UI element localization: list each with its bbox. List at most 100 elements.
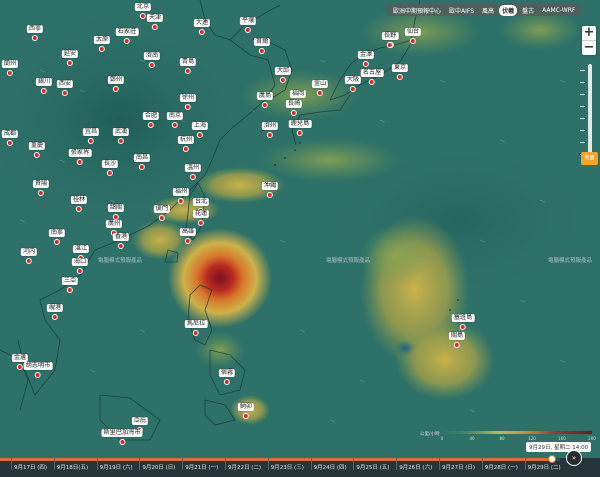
altitude-slider-track[interactable] <box>588 64 592 156</box>
city-marker[interactable]: 胡志明市 <box>23 352 53 378</box>
city-marker[interactable]: 高雄 <box>179 218 197 244</box>
city-dot-icon <box>124 38 130 44</box>
city-marker[interactable]: 宿霧 <box>218 359 236 385</box>
wind-map[interactable] <box>0 0 600 477</box>
city-marker[interactable]: 南京 <box>166 102 184 128</box>
city-marker[interactable]: 關島 <box>448 322 466 348</box>
city-dot-icon <box>76 206 82 212</box>
city-marker[interactable]: 大邱 <box>274 57 292 83</box>
tab-model-1[interactable]: 歐中AIFS <box>446 5 477 16</box>
city-marker[interactable]: 大阪 <box>344 66 362 92</box>
city-marker[interactable]: 河内 <box>20 238 38 264</box>
city-marker[interactable]: 太原 <box>93 26 111 52</box>
city-marker[interactable]: 杭州 <box>177 126 195 152</box>
city-marker[interactable]: 廈門 <box>153 195 171 221</box>
timeline-day[interactable]: 9月18日(五) <box>53 458 88 471</box>
city-marker[interactable]: 濟南 <box>143 42 161 68</box>
city-marker[interactable]: 西寧 <box>26 15 44 41</box>
city-dot-icon <box>107 170 113 176</box>
city-label: 首爾 <box>253 38 271 46</box>
tab-model-4[interactable]: 盤古 <box>519 5 537 16</box>
city-label: 斯里巴加灣市 <box>101 429 143 437</box>
city-marker[interactable]: 名古屋 <box>360 59 384 85</box>
timeline-track[interactable] <box>0 455 560 463</box>
city-marker[interactable]: 蘭州 <box>1 50 19 76</box>
tab-model-5[interactable]: AAMC-WRF <box>539 6 578 15</box>
city-marker[interactable]: 上海 <box>191 112 209 138</box>
city-marker[interactable]: 石家莊 <box>115 18 139 44</box>
city-marker[interactable]: 斯里巴加灣市 <box>101 419 143 445</box>
timeline-day[interactable]: 9月19日 (六) <box>96 458 133 471</box>
city-dot-icon <box>118 138 124 144</box>
timeline-day[interactable]: 9月20日 (日) <box>139 458 175 471</box>
model-tabs: 歐洲中期預報中心 歐中AIFS 風高 伏羲 盤古 AAMC-WRF <box>386 4 583 16</box>
city-marker[interactable]: 銀川 <box>35 68 53 94</box>
tab-model-3[interactable]: 伏羲 <box>499 4 518 16</box>
play-button[interactable]: » <box>566 450 582 466</box>
city-marker[interactable]: 成都 <box>1 120 19 146</box>
city-marker[interactable]: 濟州 <box>261 112 279 138</box>
timeline-day[interactable]: 9月17日 (四) <box>10 458 47 471</box>
city-label: 濟州 <box>261 122 279 130</box>
city-marker[interactable]: 首爾 <box>253 28 271 54</box>
legend-tick: 0 <box>440 436 444 441</box>
city-dot-icon <box>35 372 41 378</box>
city-marker[interactable]: 峴港 <box>46 294 64 320</box>
city-marker[interactable]: 重慶 <box>28 132 46 158</box>
city-dot-icon <box>140 13 146 19</box>
city-label: 宿霧 <box>218 369 236 377</box>
city-marker[interactable]: 西安 <box>56 70 74 96</box>
city-marker[interactable]: 溫州 <box>184 154 202 180</box>
timeline-day[interactable]: 9月29日 (二) <box>524 458 561 471</box>
city-marker[interactable]: 沖繩 <box>261 172 279 198</box>
timeline-day[interactable]: 9月27日 (日) <box>438 458 475 471</box>
city-marker[interactable]: 貴陽 <box>32 170 50 196</box>
city-marker[interactable]: 長野 <box>381 22 399 48</box>
city-label: 宜昌 <box>82 128 100 136</box>
city-marker[interactable]: 福州 <box>172 178 190 204</box>
city-dot-icon <box>197 132 203 138</box>
city-dot-icon <box>7 70 13 76</box>
tab-model-2[interactable]: 風高 <box>479 5 497 16</box>
city-marker[interactable]: 武漢 <box>112 118 130 144</box>
timeline-day[interactable]: 9月24日 (四) <box>310 458 347 471</box>
timeline-day[interactable]: 9月25日 (五) <box>353 458 389 471</box>
timeline-day[interactable]: 9月22日 (二) <box>224 458 261 471</box>
zoom-out-button[interactable]: − <box>582 41 596 55</box>
city-marker[interactable]: 延安 <box>61 40 79 66</box>
city-marker[interactable]: 南寧 <box>48 219 66 245</box>
city-marker[interactable]: 桂林 <box>70 186 88 212</box>
timeline-day[interactable]: 9月23日 (三) <box>267 458 304 471</box>
city-dot-icon <box>38 190 44 196</box>
timeline-day[interactable]: 9月26日 (六) <box>396 458 432 471</box>
zoom-in-button[interactable]: + <box>582 26 596 40</box>
city-marker[interactable]: 仙台 <box>404 18 422 44</box>
timeline-day[interactable]: 9月21日 (一) <box>182 458 218 471</box>
city-label: 海口 <box>71 258 89 266</box>
city-marker[interactable]: 天津 <box>146 4 164 30</box>
city-marker[interactable]: 廣島 <box>256 82 274 108</box>
city-dot-icon <box>198 220 204 226</box>
city-marker[interactable]: 納卯 <box>237 393 255 419</box>
city-dot-icon <box>54 239 60 245</box>
city-marker[interactable]: 大連 <box>193 9 211 35</box>
city-marker[interactable]: 鄭州 <box>107 66 125 92</box>
legend-title: 公里/小時 <box>420 432 440 437</box>
city-marker[interactable]: 馬尼拉 <box>184 310 208 336</box>
city-marker[interactable]: 香港 <box>112 223 130 249</box>
city-marker[interactable]: 南昌 <box>133 144 151 170</box>
city-marker[interactable]: 合肥 <box>142 102 160 128</box>
city-marker[interactable]: 鹿兒島 <box>288 110 312 136</box>
city-marker[interactable]: 東京 <box>391 54 409 80</box>
city-marker[interactable]: 青島 <box>179 48 197 74</box>
altitude-slider-handle[interactable]: 地面 <box>581 152 598 165</box>
timeline-day[interactable]: 9月28日 (一) <box>481 458 518 471</box>
tab-model-0[interactable]: 歐洲中期預報中心 <box>390 5 444 16</box>
city-marker[interactable]: 張家界 <box>68 139 92 165</box>
city-label: 金澤 <box>357 51 375 59</box>
city-marker[interactable]: 釜山 <box>311 70 329 96</box>
timeline-thumb[interactable] <box>547 455 556 463</box>
city-label: 濟南 <box>143 52 161 60</box>
city-marker[interactable]: 三亞 <box>61 267 79 293</box>
city-marker[interactable]: 長沙 <box>101 150 119 176</box>
